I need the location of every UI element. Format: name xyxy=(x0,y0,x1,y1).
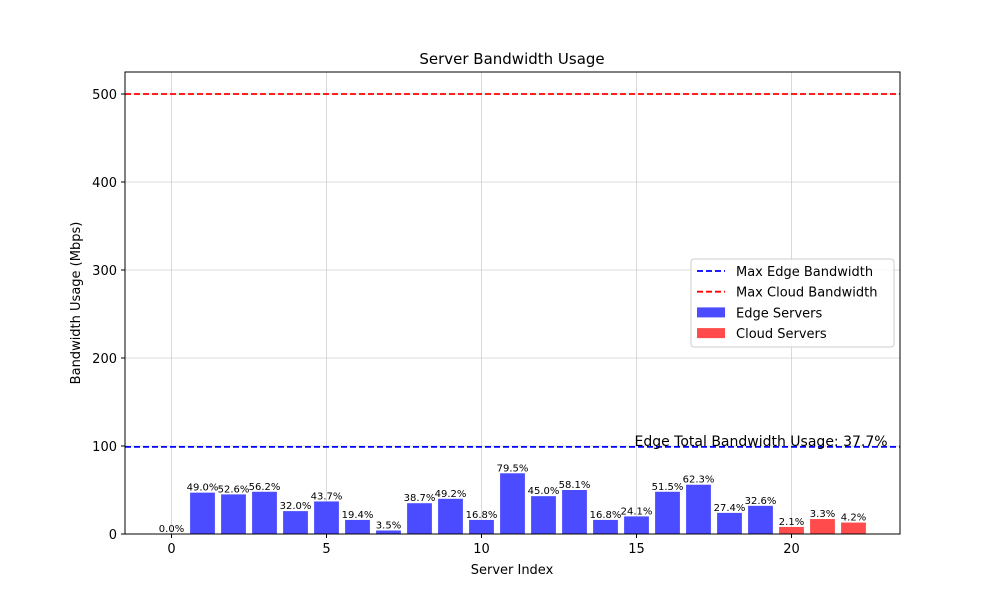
bar-label: 38.7% xyxy=(404,493,436,504)
bar xyxy=(469,519,494,534)
bar xyxy=(655,491,680,534)
bar-label: 3.5% xyxy=(376,520,401,531)
x-tick-label: 5 xyxy=(322,542,330,557)
chart-title: Server Bandwidth Usage xyxy=(419,50,604,68)
legend-label: Max Cloud Bandwidth xyxy=(736,286,877,301)
bar-label: 19.4% xyxy=(342,510,374,521)
bar xyxy=(593,519,618,534)
annotations: Edge Total Bandwidth Usage: 37.7% xyxy=(635,434,888,450)
bar xyxy=(717,512,742,534)
y-tick-label: 400 xyxy=(92,176,117,191)
bar xyxy=(748,505,773,534)
bar-label: 16.8% xyxy=(590,510,622,521)
y-axis-label: Bandwidth Usage (Mbps) xyxy=(69,222,84,385)
legend: Max Edge Bandwidth Max Cloud Bandwidth Edg… xyxy=(690,258,895,348)
bar xyxy=(283,511,308,534)
bar xyxy=(500,473,525,534)
bar xyxy=(438,498,463,534)
legend-label: Max Edge Bandwidth xyxy=(736,265,873,280)
bar-label: 79.5% xyxy=(497,463,529,474)
bar-label: 2.1% xyxy=(779,517,804,528)
x-axis-label: Server Index xyxy=(471,563,554,578)
bar-label: 32.6% xyxy=(745,496,777,507)
x-tick-label: 20 xyxy=(783,542,800,557)
bar xyxy=(686,484,711,534)
bar-label: 4.2% xyxy=(841,513,866,524)
bar xyxy=(345,519,370,534)
bandwidth-chart: 0.0% 49.0% 52.6% 56.2% 32.0%43.7% 19.4%3.5% 38… xyxy=(69,50,901,578)
bar-label: 0.0% xyxy=(159,524,184,535)
bar-label: 49.0% xyxy=(187,483,219,494)
bar xyxy=(190,492,215,534)
bar-label: 45.0% xyxy=(528,486,560,497)
bar-label: 49.2% xyxy=(435,489,467,500)
bar xyxy=(531,496,556,534)
y-tick-label: 0 xyxy=(109,528,117,543)
bar-label: 3.3% xyxy=(810,509,835,520)
bar-label: 52.6% xyxy=(218,484,250,495)
annotation: Edge Total Bandwidth Usage: 37.7% xyxy=(635,434,888,450)
bar xyxy=(221,494,246,534)
bar xyxy=(314,501,339,534)
bar xyxy=(779,526,804,534)
bar xyxy=(810,519,835,534)
legend-patch-marker xyxy=(697,307,725,318)
x-tick-label: 15 xyxy=(628,542,645,557)
y-tick-label: 100 xyxy=(92,440,117,455)
x-tick-label: 0 xyxy=(167,542,175,557)
bar xyxy=(562,490,587,534)
bar-label: 62.3% xyxy=(683,475,715,486)
bar-label: 32.0% xyxy=(280,501,312,512)
legend-label: Edge Servers xyxy=(736,306,822,321)
y-tick-label: 200 xyxy=(92,352,117,367)
bar-label: 56.2% xyxy=(249,482,281,493)
bar-label: 51.5% xyxy=(652,482,684,493)
bar-label: 24.1% xyxy=(621,506,653,517)
bar-label: 27.4% xyxy=(714,503,746,514)
bar-label: 43.7% xyxy=(311,491,343,502)
bar xyxy=(841,522,866,534)
legend-label: Cloud Servers xyxy=(736,327,827,342)
bar xyxy=(407,503,432,534)
bar-label: 16.8% xyxy=(466,510,498,521)
bar xyxy=(252,491,277,534)
y-tick-label: 500 xyxy=(92,88,117,103)
legend-patch-marker xyxy=(697,328,725,339)
bar xyxy=(624,516,649,534)
y-tick-label: 300 xyxy=(92,264,117,279)
bar-label: 58.1% xyxy=(559,480,591,491)
x-tick-label: 10 xyxy=(473,542,490,557)
